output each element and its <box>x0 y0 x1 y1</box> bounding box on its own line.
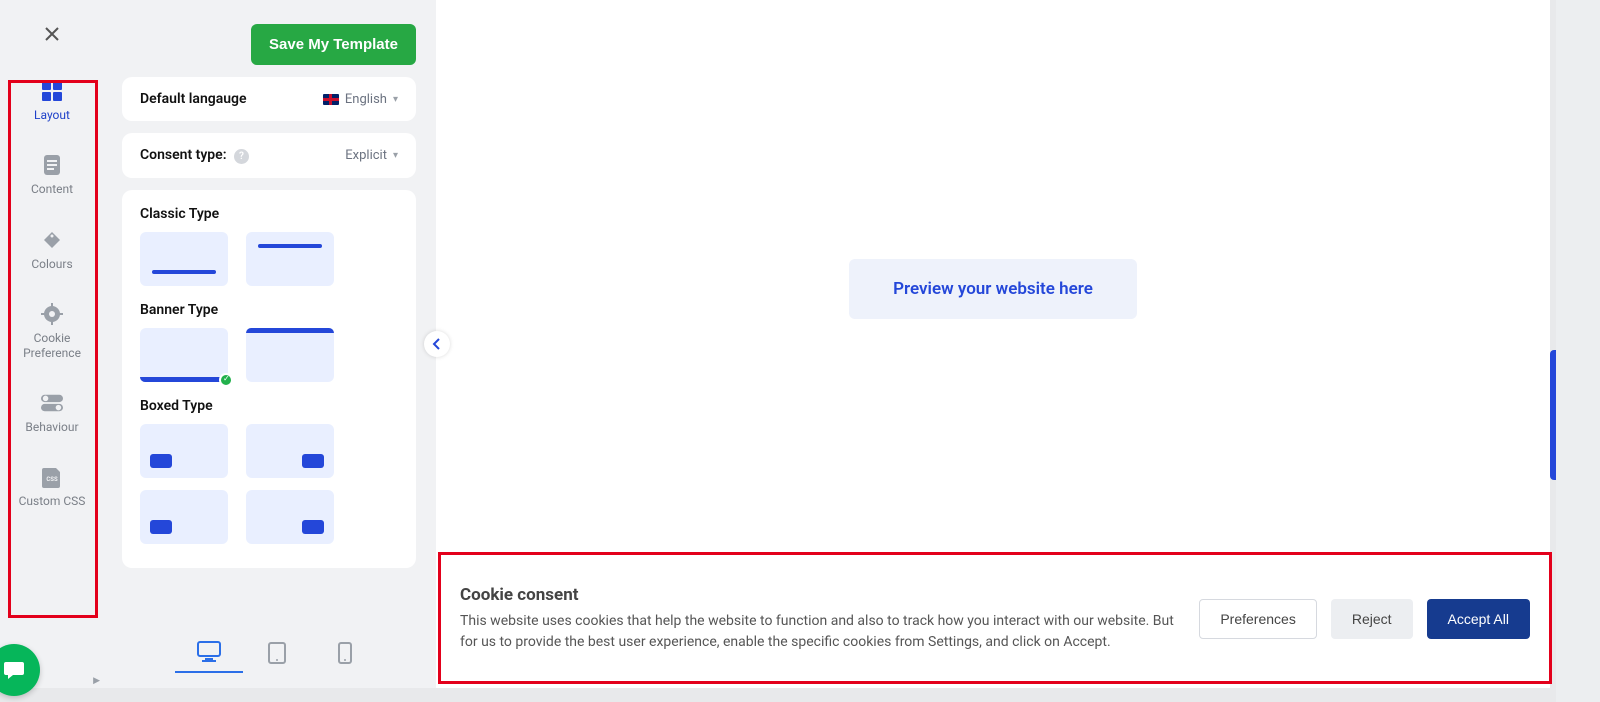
mobile-icon <box>338 642 352 664</box>
tablet-icon <box>268 642 286 664</box>
cookie-banner-title: Cookie consent <box>460 585 1180 605</box>
help-icon[interactable]: ? <box>234 149 249 164</box>
sidebar-item-behaviour[interactable]: Behaviour <box>12 392 92 434</box>
consent-type-value: Explicit ▾ <box>345 148 398 163</box>
chevron-down-icon: ▾ <box>393 150 398 161</box>
sidebar-item-label: Layout <box>34 108 70 122</box>
cookie-banner-text: Cookie consent This website uses cookies… <box>460 585 1180 653</box>
sidebar-item-label: Cookie Preference <box>12 331 92 360</box>
cookie-preferences-button[interactable]: Preferences <box>1199 599 1316 639</box>
cookie-accept-button[interactable]: Accept All <box>1427 599 1530 639</box>
default-language-row[interactable]: Default langauge English ▾ <box>122 77 416 121</box>
sidebar-items: Layout Content Colours Cookie Preference <box>0 80 104 509</box>
device-tablet-button[interactable] <box>243 633 311 673</box>
sidebar-item-layout[interactable]: Layout <box>12 80 92 122</box>
sidebar-item-label: Content <box>31 182 73 196</box>
uk-flag-icon <box>323 94 339 105</box>
toggle-icon <box>41 392 63 414</box>
chevron-down-icon: ▾ <box>393 94 398 105</box>
boxed-type-title: Boxed Type <box>140 398 398 414</box>
boxed-br-thumb-1[interactable] <box>246 424 334 478</box>
device-mobile-button[interactable] <box>311 633 379 673</box>
default-language-label: Default langauge <box>140 91 247 107</box>
boxed-br-thumb-2[interactable] <box>246 490 334 544</box>
layout-type-card: Classic Type Banner Type Boxed Type <box>122 190 416 568</box>
sidebar-item-label: Colours <box>31 257 72 271</box>
boxed-bl-thumb-1[interactable] <box>140 424 228 478</box>
document-icon <box>41 154 63 176</box>
cookie-reject-button[interactable]: Reject <box>1331 599 1413 639</box>
tag-icon <box>41 229 63 251</box>
sidebar-scroll-right-icon: ▶ <box>93 676 100 686</box>
config-panel: Save My Template Default langauge Englis… <box>104 0 434 688</box>
sidebar-item-colours[interactable]: Colours <box>12 229 92 271</box>
banner-top-thumb[interactable] <box>246 328 334 382</box>
consent-type-value-text: Explicit <box>345 148 387 163</box>
cookie-banner-actions: Preferences Reject Accept All <box>1199 599 1530 639</box>
default-language-value: English ▾ <box>323 92 398 107</box>
banner-type-title: Banner Type <box>140 302 398 318</box>
sidebar-item-custom-css[interactable]: CSS Custom CSS <box>12 466 92 508</box>
preview-website-button[interactable]: Preview your website here <box>849 259 1137 319</box>
close-button[interactable] <box>40 22 64 46</box>
classic-type-title: Classic Type <box>140 206 398 222</box>
device-selector-bar <box>118 626 436 680</box>
banner-type-section: Banner Type <box>140 302 398 382</box>
classic-bottom-thumb[interactable] <box>140 232 228 286</box>
app-frame: Layout Content Colours Cookie Preference <box>0 0 1550 688</box>
svg-text:CSS: CSS <box>46 476 58 483</box>
device-desktop-button[interactable] <box>175 633 243 673</box>
sidebar-item-label: Custom CSS <box>19 494 86 508</box>
sidebar: Layout Content Colours Cookie Preference <box>0 0 104 688</box>
consent-type-row[interactable]: Consent type: ? Explicit ▾ <box>122 133 416 178</box>
sidebar-item-cookie-preference[interactable]: Cookie Preference <box>12 303 92 360</box>
gear-icon <box>41 303 63 325</box>
collapse-panel-button[interactable] <box>424 331 450 357</box>
chat-icon <box>2 658 26 682</box>
sidebar-item-content[interactable]: Content <box>12 154 92 196</box>
banner-bottom-thumb[interactable] <box>140 328 228 382</box>
chevron-left-icon <box>432 338 442 350</box>
sidebar-item-label: Behaviour <box>25 420 78 434</box>
selected-check-icon <box>219 373 233 387</box>
cookie-banner-description: This website uses cookies that help the … <box>460 611 1180 653</box>
classic-top-thumb[interactable] <box>246 232 334 286</box>
consent-type-label: Consent type: ? <box>140 147 249 164</box>
classic-type-section: Classic Type <box>140 206 398 286</box>
browser-right-gutter <box>1556 0 1600 702</box>
save-template-button[interactable]: Save My Template <box>251 24 416 65</box>
consent-type-label-text: Consent type: <box>140 147 227 163</box>
layout-icon <box>41 80 63 102</box>
desktop-icon <box>197 641 221 663</box>
boxed-type-section: Boxed Type <box>140 398 398 544</box>
cookie-consent-banner: Cookie consent This website uses cookies… <box>442 558 1548 680</box>
close-icon <box>44 26 60 42</box>
right-edge-tab[interactable] <box>1550 350 1556 480</box>
boxed-bl-thumb-2[interactable] <box>140 490 228 544</box>
language-value-text: English <box>345 92 387 107</box>
css-file-icon: CSS <box>41 466 63 488</box>
